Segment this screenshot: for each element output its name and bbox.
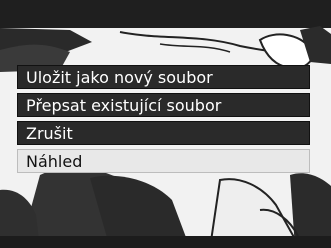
camera-screen: Uložit jako nový soubor Přepsat existují…	[0, 0, 331, 248]
menu-item-preview[interactable]: Náhled	[17, 149, 310, 173]
save-options-menu: Uložit jako nový soubor Přepsat existují…	[17, 65, 310, 173]
menu-item-overwrite-existing[interactable]: Přepsat existující soubor	[17, 93, 310, 117]
menu-item-cancel[interactable]: Zrušit	[17, 121, 310, 145]
menu-item-save-as-new[interactable]: Uložit jako nový soubor	[17, 65, 310, 89]
